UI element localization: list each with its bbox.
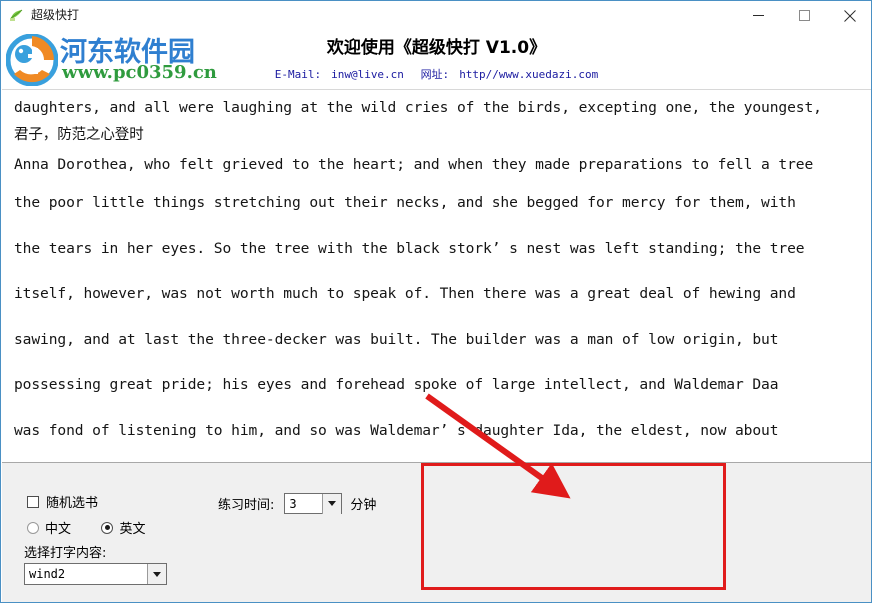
- minimize-icon: [752, 15, 764, 16]
- chevron-down-icon[interactable]: [322, 493, 342, 514]
- radio-english[interactable]: 英文: [101, 518, 145, 537]
- email-value: inw@live.cn: [331, 68, 404, 81]
- content-select[interactable]: wind2: [24, 563, 167, 585]
- practice-text-line: the poor little things stretching out th…: [14, 194, 796, 211]
- chevron-down-icon[interactable]: [147, 564, 166, 584]
- practice-text-line: possessing great pride; his eyes and for…: [14, 376, 779, 393]
- practice-text-line: itself, however, was not worth much to s…: [14, 285, 796, 302]
- language-radio-group: 中文 英文: [27, 518, 207, 539]
- minimize-button[interactable]: [735, 1, 781, 30]
- app-icon: [9, 7, 25, 23]
- title-bar: 超级快打: [1, 1, 871, 30]
- practice-text-line: sawing, and at last the three-decker was…: [14, 330, 779, 348]
- practice-time-label: 练习时间:: [218, 498, 275, 513]
- window-title: 超级快打: [31, 8, 80, 22]
- email-label: E-Mail:: [274, 68, 322, 81]
- site-label: 网址:: [420, 68, 450, 81]
- site-value[interactable]: http//www.xuedazi.com: [459, 68, 598, 81]
- practice-time-row: 练习时间: 3 分钟: [218, 493, 376, 514]
- radio-icon-english[interactable]: [101, 521, 114, 534]
- bottom-control-panel: 随机选书 中文 英文 选择打字内容: wind2 练习时间: 3 分钟: [2, 462, 871, 602]
- radio-chinese[interactable]: 中文: [27, 518, 71, 537]
- contact-line: E-Mail: inw@live.cn 网址: http//www.xuedazi.…: [2, 66, 871, 82]
- radio-chinese-label: 中文: [45, 522, 72, 537]
- practice-text-line: daughters, and all were laughing at the …: [14, 99, 822, 116]
- practice-text-line: was fond of listening to him, and so was…: [14, 421, 779, 439]
- practice-time-select[interactable]: 3: [284, 493, 343, 514]
- window-controls: [735, 1, 871, 30]
- close-button[interactable]: [827, 1, 871, 30]
- close-icon: [844, 9, 856, 22]
- maximize-button[interactable]: [781, 1, 827, 30]
- practice-time-value: 3: [289, 496, 297, 511]
- radio-icon-chinese[interactable]: [27, 521, 39, 534]
- practice-text-line: the tears in her eyes. So the tree with …: [14, 239, 805, 257]
- title-bar-left: 超级快打: [9, 4, 79, 26]
- content-select-value: wind2: [29, 567, 66, 581]
- checkbox-icon[interactable]: [27, 495, 39, 508]
- radio-english-label: 英文: [119, 522, 146, 537]
- practice-time-unit: 分钟: [350, 498, 377, 513]
- practice-text-line: 君子，防范之心登时: [14, 127, 144, 143]
- maximize-icon: [798, 10, 810, 21]
- content-select-label: 选择打字内容:: [24, 546, 107, 561]
- practice-text-area[interactable]: daughters, and all were laughing at the …: [2, 89, 871, 462]
- practice-text-line: Anna Dorothea, who felt grieved to the h…: [14, 156, 814, 173]
- random-book-checkbox[interactable]: 随机选书: [27, 492, 98, 511]
- header-banner: 河东软件园 www.pc0359.cn 欢迎使用《超级快打 V1.0》 E-Ma…: [2, 30, 871, 89]
- welcome-title: 欢迎使用《超级快打 V1.0》: [326, 38, 547, 58]
- app-window: 超级快打 河东软件园 www.pc0359.cn 欢迎使用《超级快打 V1.0》…: [0, 0, 872, 603]
- random-book-label: 随机选书: [46, 496, 99, 511]
